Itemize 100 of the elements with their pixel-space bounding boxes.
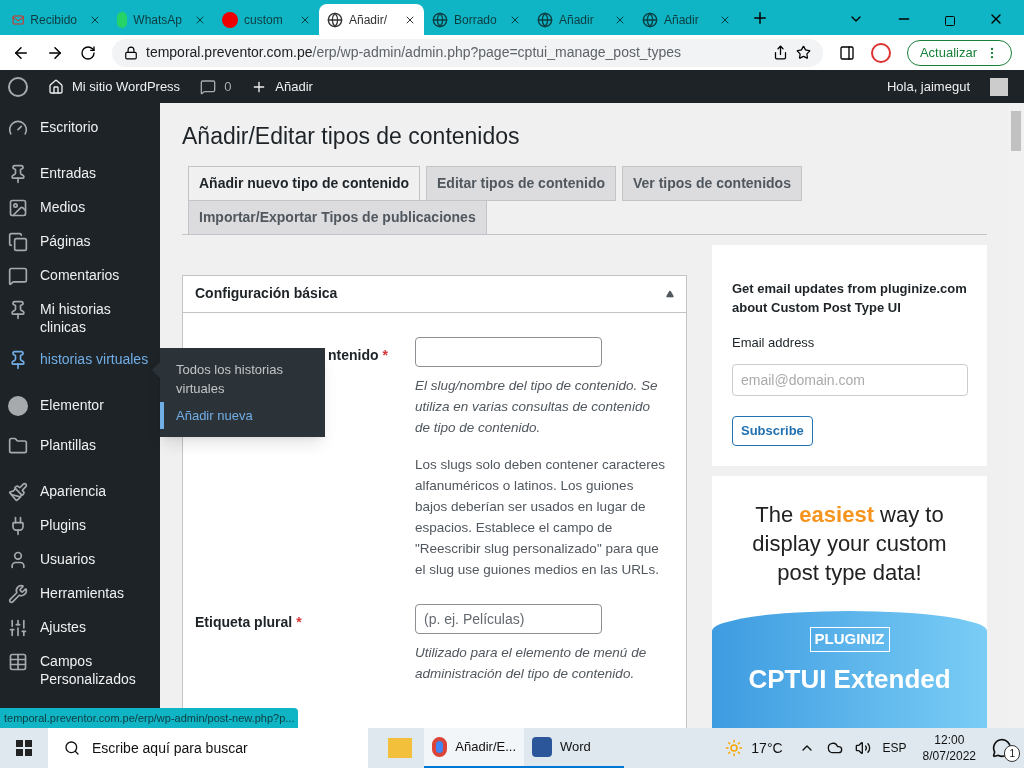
subscribe-button[interactable]: Subscribe [732, 416, 813, 446]
taskbar-search[interactable]: Escribe aquí para buscar [48, 728, 368, 768]
folder-icon [8, 436, 28, 456]
pages-icon [8, 232, 28, 252]
greeting[interactable]: Hola, jaimegut [886, 76, 970, 97]
globe-icon [432, 11, 448, 28]
email-label: Email address [732, 333, 816, 352]
tab-title: WhatsAp [133, 11, 182, 29]
submenu-item[interactable]: Todos los historias virtuales [160, 356, 325, 402]
nav-tab[interactable]: Editar tipos de contenido [426, 165, 616, 201]
help-text: Los slugs solo deben contener caracteres alfanuméricos o latinos. Los guiones bajos deberían ser usados en lugar de espacios. Establece el campo de "Reescribir slug personalizado" para que el slug use guiones medios en las URLs. [415, 455, 665, 579]
comment-icon[interactable] [200, 78, 217, 95]
table-icon [8, 652, 28, 672]
tab-title: Recibido [30, 11, 77, 29]
email-field[interactable]: email@domain.com [732, 364, 968, 396]
pin-icon [8, 350, 28, 370]
tab-title: Añadir/ [349, 11, 388, 29]
text-field[interactable]: (p. ej. Películas) [415, 603, 602, 634]
required-mark: * [296, 613, 302, 630]
product-name: CPTUI Extended [748, 662, 951, 696]
sidebar-item[interactable]: Herramientas [0, 577, 160, 611]
sidebar-item[interactable]: Escritorio [0, 111, 160, 145]
newsletter-text: Get email updates from pluginize.com about Custom Post Type UI [732, 279, 967, 317]
brand-logo: PLUGINIZ [809, 627, 890, 652]
sidebar-item[interactable]: historias virtuales [0, 343, 160, 377]
clock-time: 12:00 [934, 732, 965, 748]
browser-tab[interactable]: Añadir [634, 4, 739, 35]
home-icon[interactable] [48, 78, 64, 95]
sidebar-item[interactable]: Elementor [0, 389, 160, 429]
share-icon[interactable] [772, 45, 788, 60]
wrench-icon [8, 584, 28, 604]
temperature: 17°C [751, 738, 783, 758]
panel-title: Configuración básica [195, 284, 338, 303]
sidebar-item[interactable]: Entradas [0, 157, 160, 191]
sidebar-item[interactable]: Páginas [0, 225, 160, 259]
sidebar-item[interactable]: Usuarios [0, 543, 160, 577]
status-url: temporal.preventor.com.pe/erp/wp-admin/post-new.php?p... [0, 708, 299, 728]
site-link[interactable]: Mi sitio WordPress [72, 76, 181, 97]
sidebar-item[interactable]: Medios [0, 191, 160, 225]
globe-icon [537, 11, 553, 28]
help-text: El slug/nombre del tipo de contenido. Se utiliza en varias consultas de contenido de tipo de contenido. [415, 376, 659, 437]
tab-title: Añadir [664, 11, 699, 29]
notification-count: 1 [1004, 745, 1020, 762]
url-path: /erp/wp-admin/admin.php?page=cptui_manage_post_types [312, 43, 682, 62]
clock-date: 8/07/2022 [922, 748, 976, 764]
sidebar-item[interactable]: Plantillas [0, 429, 160, 463]
language[interactable]: ESP [882, 739, 907, 757]
cloud-icon[interactable] [826, 740, 843, 756]
comment-icon [8, 266, 28, 286]
add-link[interactable]: Añadir [275, 76, 313, 97]
field-label: Etiqueta plural [195, 613, 293, 630]
brush-icon [8, 482, 28, 502]
globe-icon [327, 11, 343, 28]
tab-title: Añadir [559, 11, 594, 29]
tab-title: Borrado [454, 11, 497, 29]
lock-icon [124, 45, 138, 60]
globe-icon [642, 11, 658, 28]
browser-tab[interactable]: Añadir/ [319, 4, 424, 35]
sidebar-item[interactable]: Ajustes [0, 611, 160, 645]
field-label: ntenido [328, 346, 379, 363]
sidebar-item[interactable]: Apariencia [0, 475, 160, 509]
sidebar-item[interactable]: Campos Personalizados [0, 645, 160, 695]
reload-icon[interactable] [80, 44, 96, 61]
browser-tab[interactable]: Recibido [4, 4, 109, 35]
text-field[interactable] [415, 336, 602, 367]
pin-icon [8, 300, 28, 320]
new-tab-icon[interactable] [751, 9, 769, 27]
sliders-icon [8, 618, 28, 638]
required-mark: * [382, 346, 388, 363]
sidebar-item[interactable]: Mi historias clinicas [0, 293, 160, 343]
nav-tab[interactable]: Añadir nuevo tipo de contenido [188, 165, 420, 201]
taskbar-app[interactable]: Word [524, 728, 624, 768]
sidebar-item[interactable]: Comentarios [0, 259, 160, 293]
help-text: Utilizado para el elemento de menú de administración del tipo de contenido. [415, 643, 648, 683]
browser-tab[interactable]: custom [214, 4, 319, 35]
comment-count: 0 [224, 77, 232, 96]
url-host: temporal.preventor.com.pe [146, 43, 313, 62]
nav-tab[interactable]: Importar/Exportar Tipos de publicaciones [188, 199, 487, 235]
taskbar-app[interactable]: Añadir/E... [424, 728, 524, 768]
avatar-icon [990, 77, 1008, 96]
search-icon [64, 740, 80, 756]
pin-icon [8, 164, 28, 184]
browser-tab[interactable]: Añadir [529, 4, 634, 35]
sidebar-item[interactable]: Plugins [0, 509, 160, 543]
page-title: Añadir/Editar tipos de contenidos [182, 122, 521, 151]
star-icon[interactable] [795, 45, 811, 60]
address-bar[interactable]: temporal.preventor.com.pe/erp/wp-admin/admin.php?page=cptui_manage_post_types [112, 38, 823, 67]
gauge-icon [8, 118, 28, 138]
user-icon [8, 550, 28, 570]
nav-tab[interactable]: Ver tipos de contenidos [622, 165, 802, 201]
ad-headline: The easiest way to display your custom post type data! [751, 501, 948, 587]
media-icon [8, 198, 28, 218]
side-panel-icon[interactable] [838, 44, 855, 61]
tab-title: custom [244, 11, 283, 29]
collapse-icon[interactable] [666, 289, 674, 298]
speaker-icon[interactable] [854, 740, 871, 756]
maximize-icon[interactable] [944, 15, 956, 27]
browser-tab[interactable]: WhatsAp [109, 4, 214, 35]
notifications-icon[interactable] [992, 738, 1012, 758]
browser-tab[interactable]: Borrado [424, 4, 529, 35]
